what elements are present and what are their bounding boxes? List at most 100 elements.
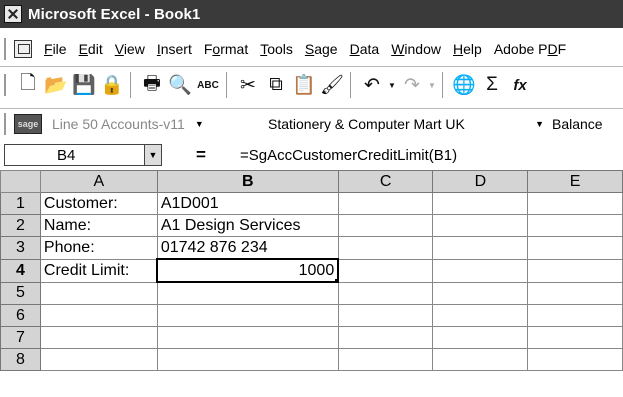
cell-a7[interactable] bbox=[39, 326, 158, 349]
column-header-a[interactable]: A bbox=[39, 170, 158, 193]
cell-c8[interactable] bbox=[337, 348, 434, 371]
menu-format[interactable]: Format bbox=[198, 41, 254, 57]
print-preview-icon[interactable]: 🔍 bbox=[167, 72, 193, 98]
cell-a2[interactable]: Name: bbox=[39, 214, 158, 237]
cell-e3[interactable] bbox=[527, 236, 623, 260]
cell-a5[interactable] bbox=[39, 281, 158, 305]
document-icon[interactable] bbox=[14, 40, 32, 58]
cell-d1[interactable] bbox=[432, 192, 529, 215]
cell-b5[interactable] bbox=[156, 281, 339, 305]
cell-d3[interactable] bbox=[432, 236, 529, 260]
hyperlink-icon[interactable]: 🌐 bbox=[451, 72, 477, 98]
row-header[interactable]: 8 bbox=[0, 348, 41, 371]
row-header[interactable]: 5 bbox=[0, 281, 41, 305]
menu-insert[interactable]: Insert bbox=[151, 41, 198, 57]
cell-c3[interactable] bbox=[337, 236, 434, 260]
cell-b6[interactable] bbox=[156, 304, 339, 327]
menubar-grip[interactable] bbox=[4, 38, 10, 60]
redo-dropdown-icon[interactable]: ▼ bbox=[427, 72, 437, 98]
sage-report-select[interactable]: Balance bbox=[548, 113, 607, 135]
title-bar: Microsoft Excel - Book1 bbox=[0, 0, 623, 28]
cell-d4[interactable] bbox=[432, 258, 529, 283]
cell-e5[interactable] bbox=[527, 281, 623, 305]
cell-b4-selected[interactable]: 1000 bbox=[156, 258, 340, 283]
paste-icon[interactable]: 📋 bbox=[291, 72, 317, 98]
save-icon[interactable]: 💾 bbox=[71, 72, 97, 98]
undo-icon[interactable]: ↶ bbox=[359, 72, 385, 98]
redo-icon[interactable]: ↷ bbox=[399, 72, 425, 98]
row-header[interactable]: 7 bbox=[0, 326, 41, 349]
cell-e1[interactable] bbox=[527, 192, 623, 215]
menu-help[interactable]: Help bbox=[447, 41, 488, 57]
spelling-icon[interactable]: ABC bbox=[195, 72, 221, 98]
sage-logo-icon[interactable]: sage bbox=[14, 114, 42, 134]
permission-icon[interactable]: 🔒 bbox=[99, 72, 125, 98]
chevron-down-icon[interactable]: ▼ bbox=[144, 145, 161, 165]
cell-a3[interactable]: Phone: bbox=[39, 236, 158, 260]
cell-c6[interactable] bbox=[337, 304, 434, 327]
new-document-icon[interactable]: 🗋 bbox=[15, 72, 41, 98]
cell-e2[interactable] bbox=[527, 214, 623, 237]
cell-d7[interactable] bbox=[432, 326, 529, 349]
row-header[interactable]: 3 bbox=[0, 236, 41, 260]
menu-sage[interactable]: Sage bbox=[299, 41, 344, 57]
menu-view[interactable]: View bbox=[109, 41, 151, 57]
cell-e7[interactable] bbox=[527, 326, 623, 349]
cell-e6[interactable] bbox=[527, 304, 623, 327]
menu-data[interactable]: Data bbox=[344, 41, 386, 57]
cell-b3[interactable]: 01742 876 234 bbox=[156, 236, 339, 260]
cell-d2[interactable] bbox=[432, 214, 529, 237]
row-header[interactable]: 4 bbox=[0, 258, 41, 283]
formula-equals-icon[interactable]: = bbox=[162, 145, 240, 165]
cell-c5[interactable] bbox=[337, 281, 434, 305]
toolbar-grip[interactable] bbox=[4, 74, 10, 96]
fill-handle[interactable] bbox=[335, 279, 337, 280]
cell-a8[interactable] bbox=[39, 348, 158, 371]
autosum-icon[interactable]: Σ bbox=[479, 72, 505, 98]
cell-e8[interactable] bbox=[527, 348, 623, 371]
menu-adobe-pdf[interactable]: Adobe PDF bbox=[488, 41, 572, 57]
menu-tools[interactable]: Tools bbox=[254, 41, 299, 57]
column-header-e[interactable]: E bbox=[527, 170, 623, 193]
cell-a1[interactable]: Customer: bbox=[39, 192, 158, 215]
sagebar-grip[interactable] bbox=[4, 113, 10, 135]
cell-c4[interactable] bbox=[337, 258, 434, 283]
cut-icon[interactable]: ✂ bbox=[235, 72, 261, 98]
cell-d6[interactable] bbox=[432, 304, 529, 327]
open-folder-icon[interactable]: 📂 bbox=[43, 72, 69, 98]
cell-d8[interactable] bbox=[432, 348, 529, 371]
insert-function-icon[interactable]: fx bbox=[507, 72, 533, 98]
menu-file[interactable]: File bbox=[38, 41, 73, 57]
undo-dropdown-icon[interactable]: ▼ bbox=[387, 72, 397, 98]
sage-company-select[interactable]: Line 50 Accounts-v11 ▼ bbox=[48, 113, 260, 135]
chevron-down-icon[interactable]: ▼ bbox=[535, 119, 544, 129]
select-all-corner[interactable] bbox=[0, 170, 41, 193]
print-icon[interactable]: 🖶 bbox=[139, 72, 165, 98]
row-header[interactable]: 2 bbox=[0, 214, 41, 237]
row-header[interactable]: 6 bbox=[0, 304, 41, 327]
column-header-c[interactable]: C bbox=[337, 170, 434, 193]
cell-c7[interactable] bbox=[337, 326, 434, 349]
chevron-down-icon[interactable]: ▼ bbox=[195, 119, 204, 129]
row-header[interactable]: 1 bbox=[0, 192, 41, 215]
sage-account-select[interactable]: Stationery & Computer Mart UK ▼ bbox=[264, 113, 544, 135]
cell-b8[interactable] bbox=[156, 348, 339, 371]
menu-window[interactable]: Window bbox=[385, 41, 447, 57]
column-header-b[interactable]: B bbox=[156, 170, 339, 193]
cell-e4[interactable] bbox=[527, 258, 623, 283]
cell-b2[interactable]: A1 Design Services bbox=[156, 214, 339, 237]
cell-b7[interactable] bbox=[156, 326, 339, 349]
excel-app-icon[interactable] bbox=[4, 5, 22, 23]
name-box[interactable]: B4 ▼ bbox=[4, 144, 162, 166]
cell-a6[interactable] bbox=[39, 304, 158, 327]
menu-edit[interactable]: Edit bbox=[73, 41, 109, 57]
cell-d5[interactable] bbox=[432, 281, 529, 305]
format-painter-icon[interactable]: 🖌 bbox=[319, 72, 345, 98]
cell-b1[interactable]: A1D001 bbox=[156, 192, 339, 215]
cell-a4[interactable]: Credit Limit: bbox=[39, 258, 158, 283]
cell-c2[interactable] bbox=[337, 214, 434, 237]
formula-input[interactable]: =SgAccCustomerCreditLimit(B1) bbox=[240, 147, 623, 164]
cell-c1[interactable] bbox=[337, 192, 434, 215]
column-header-d[interactable]: D bbox=[432, 170, 529, 193]
copy-icon[interactable]: ⧉ bbox=[263, 72, 289, 98]
